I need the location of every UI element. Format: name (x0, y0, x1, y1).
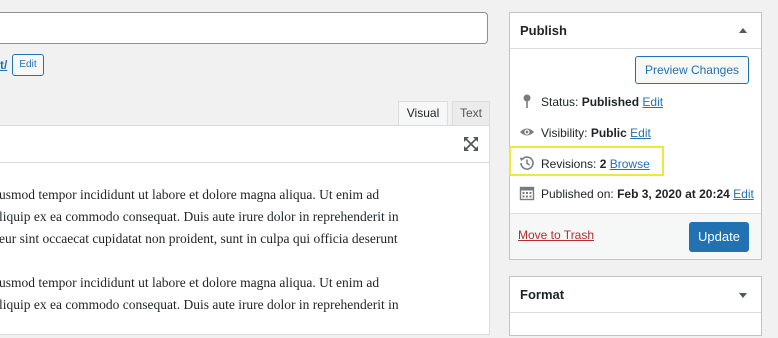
history-icon (519, 156, 534, 170)
status-edit-link[interactable]: Edit (642, 95, 663, 109)
expand-arrow-icon[interactable] (739, 293, 747, 298)
visibility-edit-link[interactable]: Edit (630, 126, 651, 140)
visibility-label: Visibility: (541, 126, 588, 140)
post-title-input[interactable] (0, 12, 488, 44)
status-row: Status: Published Edit (519, 92, 663, 112)
format-box: Format (509, 276, 762, 336)
format-title: Format (520, 287, 565, 302)
paragraph: usmod tempor incididunt ut labore et dol… (0, 272, 489, 316)
preview-changes-button[interactable]: Preview Changes (634, 56, 749, 84)
text-line: usmod tempor incididunt ut labore et dol… (0, 275, 380, 290)
permalink-link[interactable]: t/ (0, 58, 7, 72)
update-button[interactable]: Update (689, 222, 749, 252)
editor-toolbar (0, 126, 489, 163)
visibility-value: Public (590, 126, 627, 140)
published-on-row: Published on: Feb 3, 2020 at 20:24 Edit (519, 184, 754, 204)
pin-icon (523, 94, 531, 108)
published-on-edit-link[interactable]: Edit (733, 187, 754, 201)
text-line: liquip ex ea commodo consequat. Duis aut… (0, 209, 399, 224)
tab-text[interactable]: Text (452, 101, 490, 125)
collapse-arrow-icon[interactable] (739, 28, 747, 33)
text-line: usmod tempor incididunt ut labore et dol… (0, 187, 380, 202)
status-label: Status: (541, 95, 579, 109)
published-on-label: Published on: (541, 187, 614, 201)
format-header[interactable]: Format (510, 277, 761, 313)
editor-text: usmod tempor incididunt ut labore et dol… (0, 184, 489, 338)
visibility-row: Visibility: Public Edit (519, 123, 651, 143)
publish-box: Publish Preview Changes Status: Publishe… (509, 12, 762, 260)
tab-visual[interactable]: Visual (398, 101, 448, 126)
publish-header[interactable]: Publish (510, 13, 761, 49)
move-to-trash-link[interactable]: Move to Trash (518, 228, 594, 242)
published-on-date: Feb 3, 2020 at 20:24 (617, 187, 730, 201)
revisions-count: 2 (599, 157, 607, 171)
status-value: Published (581, 95, 640, 109)
fullscreen-icon[interactable] (463, 136, 479, 152)
eye-icon (520, 128, 534, 136)
text-line: liquip ex ea commodo consequat. Duis aut… (0, 297, 399, 312)
paragraph: usmod tempor incididunt ut labore et dol… (0, 184, 489, 250)
revisions-browse-link[interactable]: Browse (610, 157, 650, 171)
revisions-label: Revisions: (541, 157, 597, 171)
permalink-edit-button[interactable]: Edit (12, 54, 44, 76)
editor-content-area[interactable]: usmod tempor incididunt ut labore et dol… (0, 125, 490, 335)
publish-title: Publish (520, 23, 567, 38)
calendar-icon (519, 186, 535, 201)
publish-actions: Move to Trash Update (510, 213, 761, 259)
revisions-row: Revisions: 2 Browse (519, 154, 650, 174)
text-line: eur sint occaecat cupidatat non proident… (0, 231, 398, 246)
